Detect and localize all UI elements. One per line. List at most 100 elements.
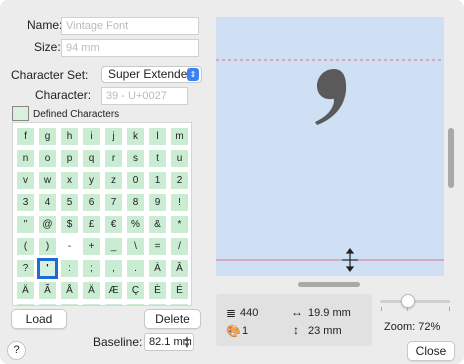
character-cell[interactable]: %	[127, 216, 144, 233]
character-cell[interactable]: k	[127, 128, 144, 145]
character-cell[interactable]: g	[39, 128, 56, 145]
apostrophe-glyph	[315, 69, 347, 125]
character-cell[interactable]: x	[61, 172, 78, 189]
character-cell[interactable]: 0	[127, 172, 144, 189]
character-cell[interactable]: É	[171, 282, 188, 299]
character-cell[interactable]: È	[149, 282, 166, 299]
help-button[interactable]: ?	[7, 341, 26, 360]
character-grid[interactable]: f g h i j k l m n o p q r s t u v w x y z 0 1 2 3 4 5 6 7 8 9! " @ $ £ €% & *…	[12, 122, 192, 306]
character-cell[interactable]: $	[61, 216, 78, 233]
baseline-stepper[interactable]: 82.1 mm ▲ ▼	[144, 333, 194, 351]
name-label: Name:	[27, 18, 63, 32]
character-cell[interactable]: w	[39, 172, 56, 189]
character-cell[interactable]: Ä	[83, 282, 100, 299]
delete-button[interactable]: Delete	[144, 309, 201, 329]
character-cell[interactable]: u	[171, 150, 188, 167]
preview-horizontal-scrollbar[interactable]	[298, 282, 360, 287]
character-cell[interactable]: s	[127, 150, 144, 167]
character-cell[interactable]: 3	[17, 194, 34, 211]
character-cell[interactable]: 6	[83, 194, 100, 211]
size-label: Size:	[34, 40, 61, 54]
character-cell[interactable]: @	[39, 216, 56, 233]
charset-label: Character Set:	[11, 68, 89, 82]
load-button[interactable]: Load	[11, 309, 67, 329]
zoom-slider-knob[interactable]	[401, 294, 415, 308]
character-cell[interactable]: \	[127, 238, 144, 255]
character-cell[interactable]: y	[83, 172, 100, 189]
character-cell[interactable]: "	[17, 216, 34, 233]
character-cell[interactable]: +	[83, 238, 100, 255]
character-cell[interactable]: :	[61, 260, 78, 277]
character-cell[interactable]: Ì	[61, 304, 78, 305]
character-cell[interactable]: ?	[17, 260, 34, 277]
character-cell[interactable]: 5	[61, 194, 78, 211]
character-cell[interactable]: Æ	[105, 282, 122, 299]
charset-popup[interactable]: Super Extended ⇕	[101, 66, 202, 83]
character-cell[interactable]: Ñ	[171, 304, 188, 305]
preview-svg	[216, 59, 444, 272]
defined-color-swatch	[12, 106, 29, 121]
character-cell[interactable]: v	[17, 172, 34, 189]
character-cell[interactable]: €	[105, 216, 122, 233]
character-cell[interactable]: p	[61, 150, 78, 167]
width-icon: ↔	[291, 305, 303, 319]
character-cell[interactable]: Ç	[127, 282, 144, 299]
character-cell[interactable]: *	[171, 216, 188, 233]
character-cell[interactable]: £	[83, 216, 100, 233]
character-cell[interactable]: Ã	[39, 282, 56, 299]
character-cell[interactable]: o	[39, 150, 56, 167]
character-cell[interactable]: /	[171, 238, 188, 255]
character-cell[interactable]: Â	[171, 260, 188, 277]
character-cell[interactable]: ,	[105, 260, 122, 277]
zoom-slider-track[interactable]	[380, 300, 450, 303]
character-cell[interactable]: -	[61, 238, 78, 255]
character-cell[interactable]: Ê	[17, 304, 34, 305]
character-cell[interactable]: _	[105, 238, 122, 255]
character-cell[interactable]: =	[149, 238, 166, 255]
character-cell[interactable]: Ï	[127, 304, 144, 305]
character-field[interactable]: 39 - U+0027	[101, 87, 188, 105]
character-cell[interactable]: 7	[105, 194, 122, 211]
character-cell[interactable]: ;	[83, 260, 100, 277]
character-cell[interactable]: Å	[61, 282, 78, 299]
character-cell[interactable]: .	[127, 260, 144, 277]
character-cell[interactable]: n	[17, 150, 34, 167]
character-cell[interactable]: i	[83, 128, 100, 145]
glyph-preview-canvas[interactable]	[216, 17, 444, 276]
character-cell-selected[interactable]: '	[37, 258, 58, 279]
character-cell[interactable]: Ð	[149, 304, 166, 305]
defined-characters-label: Defined Characters	[33, 109, 120, 120]
character-cell[interactable]: q	[83, 150, 100, 167]
zoom-tick	[381, 307, 382, 311]
character-cell[interactable]: Í	[83, 304, 100, 305]
character-cell[interactable]: t	[149, 150, 166, 167]
character-cell[interactable]: h	[61, 128, 78, 145]
character-cell[interactable]: 2	[171, 172, 188, 189]
name-field[interactable]: Vintage Font	[61, 17, 199, 35]
stepper-arrows-icon[interactable]: ▲ ▼	[183, 335, 191, 350]
size-field[interactable]: 94 mm	[61, 39, 199, 57]
character-cell[interactable]: r	[105, 150, 122, 167]
character-cell[interactable]: 9	[149, 194, 166, 211]
character-cell[interactable]: f	[17, 128, 34, 145]
character-cell[interactable]: 8	[127, 194, 144, 211]
character-cell[interactable]: m	[171, 128, 188, 145]
zoom-label: Zoom: 72%	[384, 321, 441, 333]
character-cell[interactable]: Ä	[17, 282, 34, 299]
character-cell[interactable]: l	[149, 128, 166, 145]
character-cell[interactable]: &	[149, 216, 166, 233]
character-cell[interactable]: 1	[149, 172, 166, 189]
color-count: 1	[242, 325, 249, 337]
character-cell[interactable]: À	[149, 260, 166, 277]
character-cell[interactable]: )	[39, 238, 56, 255]
character-cell[interactable]: Ë	[39, 304, 56, 305]
preview-vertical-scrollbar[interactable]	[448, 128, 454, 188]
close-button[interactable]: Close	[407, 341, 455, 361]
character-cell[interactable]: (	[17, 238, 34, 255]
character-cell[interactable]: j	[105, 128, 122, 145]
character-cell[interactable]: 4	[39, 194, 56, 211]
character-cell[interactable]: z	[105, 172, 122, 189]
character-cell[interactable]: !	[171, 194, 188, 211]
character-cell[interactable]: Î	[105, 304, 122, 305]
chevron-updown-icon: ⇕	[187, 68, 199, 81]
